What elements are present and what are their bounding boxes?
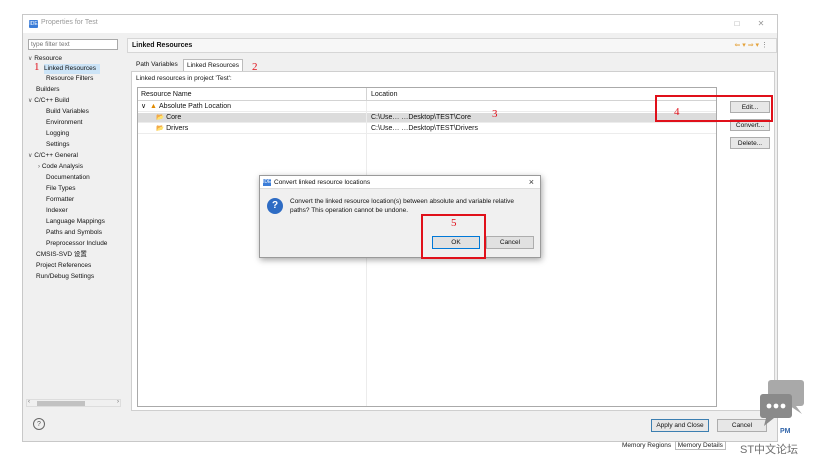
tab-memory-details[interactable]: Memory Details [674,441,726,450]
back-forward-arrows-icon[interactable]: ⇐ ▾ ⇒ ▾ ⋮ [734,41,768,49]
tree-item-project-references[interactable]: Project References [36,261,91,271]
tree-item-resource-filters[interactable]: Resource Filters [46,74,93,84]
table-row[interactable]: ∨ ▲ Absolute Path Location [138,102,716,112]
scrollbar-thumb[interactable] [37,401,85,406]
tree-item-paths-and-symbols[interactable]: Paths and Symbols [46,228,102,238]
annotation-3: 3 [492,108,498,120]
question-icon: ? [267,198,283,214]
tree-item-settings[interactable]: Settings [46,140,70,150]
annotation-box-convert [655,95,773,122]
page-title: Linked Resources [132,42,193,49]
table-header: Resource Name Location [138,88,716,101]
tree-item-build-variables[interactable]: Build Variables [46,107,89,117]
tree-horizontal-scrollbar[interactable]: ‹ › [26,399,121,407]
tree-item-preprocessor-include[interactable]: Preprocessor Include [46,239,107,249]
annotation-4: 4 [674,106,680,118]
warning-icon: ▲ [150,103,157,110]
tree-item-documentation[interactable]: Documentation [46,173,90,183]
maximize-button[interactable]: □ [730,18,744,30]
tree-item-indexer[interactable]: Indexer [46,206,68,216]
column-header-location[interactable]: Location [371,91,397,98]
tree-item-cmsis-svd[interactable]: CMSIS-SVD 设置 [36,250,87,260]
tree-item-language-mappings[interactable]: Language Mappings [46,217,105,227]
column-divider[interactable] [366,88,367,101]
chevron-down-icon: ∨ [28,153,33,159]
window-title: Properties for Test [41,19,98,26]
app-icon: IDE [29,20,38,28]
tree-item-file-types[interactable]: File Types [46,184,76,194]
tree-item-formatter[interactable]: Formatter [46,195,74,205]
tree-item-builders[interactable]: Builders [36,85,59,95]
table-row[interactable]: 📂 Core C:\Use… …Desktop\TEST\Core [138,113,716,123]
tab-memory-regions[interactable]: Memory Regions [622,442,671,449]
chat-bubble-icon [760,380,804,428]
annotation-1: 1 [34,61,40,73]
background-tabs: Memory Regions Memory Details [622,441,726,452]
dialog-message: Convert the linked resource location(s) … [290,198,515,214]
close-icon[interactable]: × [529,177,534,187]
panel-subtitle: Linked resources in project 'Test': [136,75,232,82]
tab-path-variables[interactable]: Path Variables [133,59,181,71]
properties-tree: ∨ Resource Linked Resources Resource Fil… [26,54,122,399]
tree-item-run-debug-settings[interactable]: Run/Debug Settings [36,272,94,282]
chevron-down-icon: ∨ [28,98,33,104]
folder-icon: 📂 [156,114,165,121]
chevron-down-icon: ∨ [28,56,33,62]
apply-and-close-button[interactable]: Apply and Close [651,419,709,432]
tree-item-cpp-general[interactable]: ∨ C/C++ General [28,151,78,161]
help-icon[interactable]: ? [33,418,45,430]
table-row[interactable]: 📂 Drivers C:\Use… …Desktop\TEST\Drivers [138,124,716,134]
scroll-left-icon[interactable]: ‹ [28,399,30,405]
tree-item-logging[interactable]: Logging [46,129,69,139]
dialog-cancel-button[interactable]: Cancel [486,236,534,249]
dialog-title: Convert linked resource locations [274,179,371,186]
chevron-right-icon: › [38,164,40,170]
window-titlebar: IDE Properties for Test □ ✕ [23,15,777,33]
page-header: Linked Resources ⇐ ▾ ⇒ ▾ ⋮ [127,38,777,53]
pm-label: PM [780,428,791,435]
tree-item-cpp-build[interactable]: ∨ C/C++ Build [28,96,69,106]
close-window-button[interactable]: ✕ [754,18,768,30]
app-icon: IDE [263,179,272,186]
annotation-2: 2 [252,61,258,73]
tab-linked-resources[interactable]: Linked Resources [183,59,244,71]
dialog-titlebar: IDE Convert linked resource locations × [260,176,540,189]
chevron-down-icon[interactable]: ∨ [141,102,146,112]
forum-watermark: ST中文论坛 [740,444,799,456]
delete-button[interactable]: Delete... [730,137,770,149]
tree-item-environment[interactable]: Environment [46,118,83,128]
column-header-resource-name[interactable]: Resource Name [141,91,192,98]
tree-item-code-analysis[interactable]: › Code Analysis [38,162,83,172]
folder-icon: 📂 [156,125,165,132]
annotation-5: 5 [451,217,457,229]
scroll-right-icon[interactable]: › [117,399,119,405]
convert-dialog: IDE Convert linked resource locations × … [259,175,541,258]
filter-input[interactable] [28,39,118,50]
tree-item-linked-resources[interactable]: Linked Resources [44,64,101,74]
